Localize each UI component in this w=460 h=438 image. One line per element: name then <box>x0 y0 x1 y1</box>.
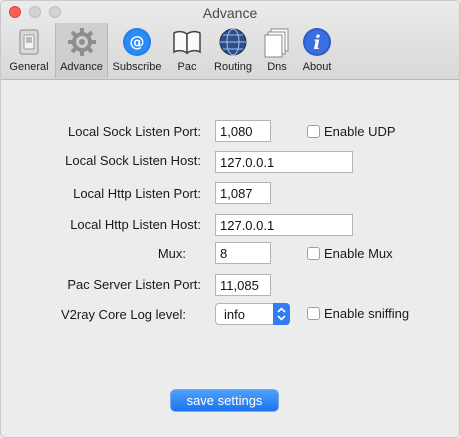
enable-sniffing-checkbox[interactable] <box>307 307 320 320</box>
pac-port-label: Pac Server Listen Port: <box>67 277 201 292</box>
tab-label: Pac <box>177 61 197 73</box>
sock-port-label: Local Sock Listen Port: <box>68 124 201 139</box>
tab-label: Subscribe <box>112 61 162 73</box>
globe-icon <box>217 26 249 58</box>
http-port-field[interactable]: 1,087 <box>215 182 271 204</box>
tab-pac[interactable]: Pac <box>168 23 206 78</box>
tab-label: Advance <box>60 61 103 73</box>
http-host-field[interactable]: 127.0.0.1 <box>215 214 353 236</box>
log-level-select[interactable]: info <box>215 303 290 325</box>
enable-udp-checkbox[interactable] <box>307 125 320 138</box>
documents-icon <box>261 26 293 58</box>
log-level-label: V2ray Core Log level: <box>60 307 186 322</box>
tab-label: About <box>302 61 332 73</box>
tab-advance[interactable]: Advance <box>55 23 108 78</box>
mux-field[interactable]: 8 <box>215 242 271 264</box>
log-level-value: info <box>224 307 245 322</box>
enable-mux-label: Enable Mux <box>324 246 393 261</box>
tab-routing[interactable]: Routing <box>208 23 258 78</box>
mux-label: Mux: <box>157 246 186 261</box>
advance-settings-panel: Local Sock Listen Port: 1,080 Enable UDP… <box>1 80 459 437</box>
tab-label: Dns <box>267 61 287 73</box>
chevron-updown-icon <box>273 303 290 325</box>
tab-subscribe[interactable]: @ Subscribe <box>108 23 166 78</box>
book-icon <box>171 26 203 58</box>
tab-label: Routing <box>214 61 252 73</box>
enable-udp-label: Enable UDP <box>324 124 396 139</box>
enable-mux-checkbox[interactable] <box>307 247 320 260</box>
tab-general[interactable]: General <box>5 23 53 78</box>
save-settings-button[interactable]: save settings <box>171 390 278 411</box>
sock-host-field[interactable]: 127.0.0.1 <box>215 151 353 173</box>
pac-port-field[interactable]: 11,085 <box>215 274 271 296</box>
svg-text:@: @ <box>130 33 145 51</box>
enable-sniffing-label: Enable sniffing <box>324 306 410 321</box>
tab-about[interactable]: i About <box>297 23 337 78</box>
svg-text:i: i <box>313 32 320 54</box>
preferences-window: Advance General Advance @ Subscribe Pac … <box>0 0 460 438</box>
http-port-label: Local Http Listen Port: <box>73 186 201 201</box>
sock-host-label: Local Sock Listen Host: <box>65 153 201 168</box>
tab-dns[interactable]: Dns <box>259 23 295 78</box>
gear-icon <box>66 26 98 58</box>
switch-icon <box>13 26 45 58</box>
tab-label: General <box>9 61 49 73</box>
http-host-label: Local Http Listen Host: <box>70 217 201 232</box>
window-title: Advance <box>202 5 258 21</box>
toolbar: Advance General Advance @ Subscribe Pac … <box>1 1 459 80</box>
sock-port-field[interactable]: 1,080 <box>215 120 271 142</box>
info-icon: i <box>301 26 333 58</box>
at-sign-icon: @ <box>121 26 153 58</box>
